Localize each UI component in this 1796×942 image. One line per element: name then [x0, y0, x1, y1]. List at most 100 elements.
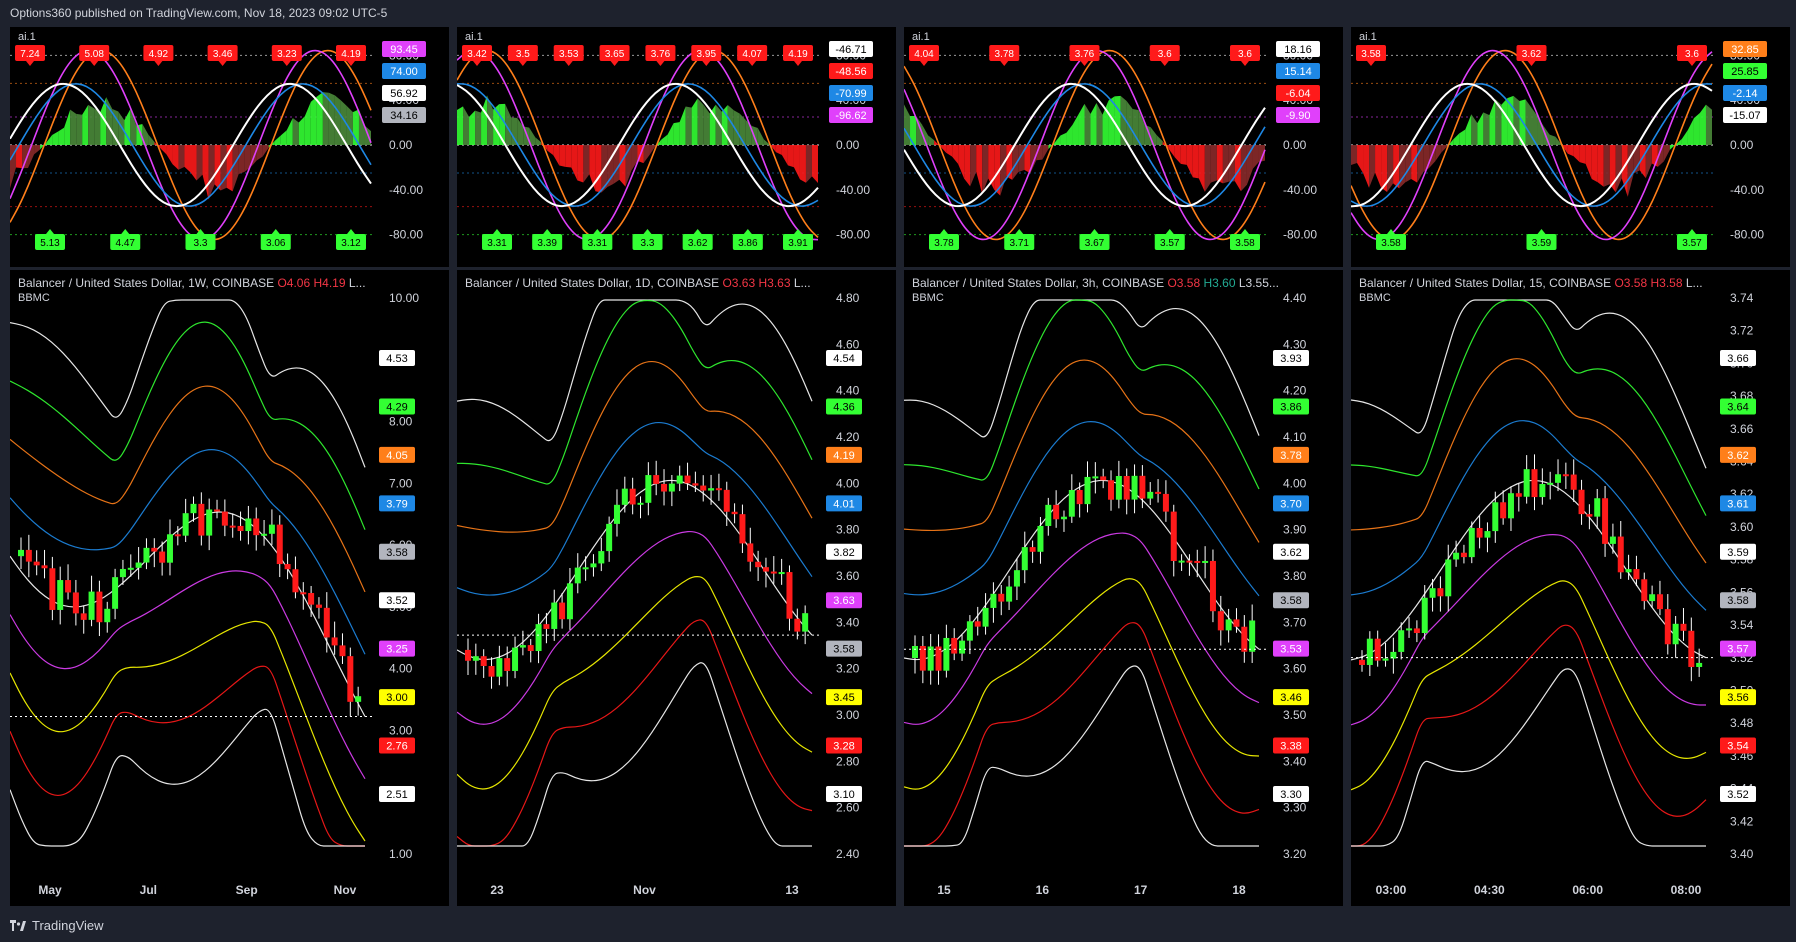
price-pane-1[interactable]: 10.009.008.007.006.005.004.003.002.001.0… — [10, 270, 449, 906]
ohlc-rest: L... — [345, 276, 366, 290]
candlestick — [1382, 642, 1389, 667]
time-axis-label: 15 — [937, 883, 951, 897]
price-badge: 4.05 — [379, 446, 415, 463]
axis-tick-label: 0.00 — [1730, 138, 1754, 152]
tradingview-logo[interactable]: TradingView — [10, 918, 104, 933]
candlestick — [1492, 491, 1499, 543]
axis-tick-label: 2.60 — [836, 801, 860, 815]
candlestick — [151, 538, 158, 568]
indicator-name[interactable]: BBMC — [18, 292, 50, 304]
svg-text:3.54: 3.54 — [1727, 741, 1748, 753]
symbol-title[interactable]: Balancer / United States Dollar, 1W, COI… — [18, 276, 366, 290]
oscillator-pane-1[interactable]: ai.1 7.24 5.08 4.92 3.46 3.23 4.19 5.13 4.47 3.3 3… — [10, 27, 449, 267]
svg-text:4.92: 4.92 — [149, 49, 169, 60]
candlestick — [1680, 607, 1687, 641]
price-badge: 3.46 — [1273, 689, 1309, 706]
candlestick — [355, 686, 362, 716]
candlestick — [951, 628, 958, 661]
histogram-bar — [82, 104, 89, 145]
histogram-bar — [952, 145, 959, 164]
price-badge: 3.58 — [379, 543, 415, 560]
indicator-name[interactable]: BBMC — [1359, 292, 1391, 304]
price-badge: 3.63 — [826, 592, 862, 609]
buy-signal-label: 3.91 — [783, 229, 813, 250]
candlestick — [1531, 454, 1538, 511]
histogram-bar — [595, 145, 602, 193]
axis-tick-label: 4.00 — [389, 662, 413, 676]
histogram-bar — [1681, 129, 1688, 145]
histogram-bar — [1663, 145, 1670, 162]
sell-signal-label: 3.6 — [1149, 45, 1180, 66]
symbol-title[interactable]: Balancer / United States Dollar, 15, COI… — [1359, 276, 1703, 290]
price-badge: 3.45 — [826, 689, 862, 706]
candlestick — [57, 566, 64, 625]
candlestick — [1060, 510, 1067, 532]
price-badge: 3.58 — [826, 640, 862, 657]
candlestick — [1155, 479, 1162, 503]
axis-tick-label: -80.00 — [836, 228, 870, 242]
footer-brand: TradingView — [32, 918, 104, 933]
candlestick — [80, 605, 87, 634]
price-pane-3[interactable]: 4.40 4.30 4.20 4.10 4.00 3.90 3.80 3.70 3.60 3.50… — [904, 270, 1343, 906]
svg-text:3.67: 3.67 — [1085, 238, 1105, 249]
candlestick — [527, 638, 534, 663]
bollinger-band-line — [904, 299, 1260, 438]
histogram-bar — [286, 117, 293, 145]
histogram-bar — [1525, 99, 1532, 145]
histogram-bar — [463, 106, 470, 145]
candlestick — [1170, 504, 1177, 577]
sell-signal-label: 3.53 — [553, 45, 584, 66]
axis-tick-label: 3.60 — [1283, 662, 1307, 676]
histogram-bar — [196, 145, 203, 181]
histogram-bar — [1693, 112, 1700, 145]
price-pane-2[interactable]: 4.80 4.60 4.40 4.20 4.00 3.80 3.60 3.40 3.20 3.00… — [457, 270, 896, 906]
bollinger-band-line — [10, 620, 366, 842]
svg-text:3.86: 3.86 — [738, 238, 758, 249]
candlestick — [253, 507, 260, 551]
price-badge: 3.57 — [1720, 640, 1756, 657]
histogram-bar — [1471, 114, 1478, 145]
symbol-title[interactable]: Balancer / United States Dollar, 1D, COI… — [465, 276, 811, 290]
price-pane-4[interactable]: 3.743.723.703.683.663.643.623.603.583.56… — [1351, 270, 1790, 906]
price-badge: 4.54 — [826, 350, 862, 366]
candlestick — [315, 597, 322, 619]
svg-text:-46.71: -46.71 — [835, 44, 866, 56]
histogram-bar — [106, 97, 113, 145]
histogram-bar — [1180, 145, 1187, 165]
bollinger-band-line — [904, 359, 1260, 543]
symbol-title[interactable]: Balancer / United States Dollar, 3h, COI… — [912, 276, 1279, 290]
bollinger-band-line — [457, 360, 813, 533]
axis-tick-label: 10.00 — [389, 291, 419, 305]
time-axis-label: Nov — [334, 883, 357, 897]
histogram-bar — [1252, 145, 1259, 169]
axis-tick-label: 4.20 — [836, 430, 860, 444]
candlestick — [668, 475, 675, 507]
histogram-bar — [976, 145, 983, 194]
histogram-bar — [172, 145, 179, 170]
sell-signal-label: 4.04 — [909, 45, 939, 66]
candlestick — [919, 635, 926, 684]
svg-text:3.78: 3.78 — [995, 49, 1015, 60]
candlestick — [912, 635, 918, 674]
time-axis-label: 13 — [785, 883, 799, 897]
candlestick — [284, 553, 291, 580]
axis-tick-label: 3.74 — [1730, 291, 1754, 305]
oscillator-plot: 3.42 3.5 3.53 3.65 3.76 3.95 4.07 4.19 3.31 3.39 3… — [457, 41, 873, 250]
indicator-name[interactable]: BBMC — [912, 292, 944, 304]
value-badge: -48.56 — [829, 63, 873, 79]
axis-tick-label: 3.00 — [389, 723, 413, 737]
histogram-bar — [1489, 99, 1496, 145]
oscillator-pane-4[interactable]: ai.13.583.623.63.583.593.5780.0040.000.0… — [1351, 27, 1790, 267]
value-badge: 25.85 — [1723, 63, 1767, 79]
svg-text:3.76: 3.76 — [651, 49, 671, 60]
oscillator-pane-2[interactable]: ai.1 3.42 3.5 3.53 3.65 3.76 3.95 4.07 4.19 3.31 3… — [457, 27, 896, 267]
candlestick — [331, 621, 338, 655]
svg-text:3.59: 3.59 — [1532, 238, 1552, 249]
svg-text:4.19: 4.19 — [788, 49, 808, 60]
candlestick — [229, 513, 236, 538]
candlestick — [1602, 486, 1609, 557]
histogram-bar — [70, 109, 77, 145]
ohlc-rest: L... — [790, 276, 811, 290]
oscillator-pane-3[interactable]: ai.1 4.04 3.78 3.76 3.6 3.6 3.78 3.71 3.67 3.57 3.… — [904, 27, 1343, 267]
price-badge: 4.19 — [826, 446, 862, 463]
